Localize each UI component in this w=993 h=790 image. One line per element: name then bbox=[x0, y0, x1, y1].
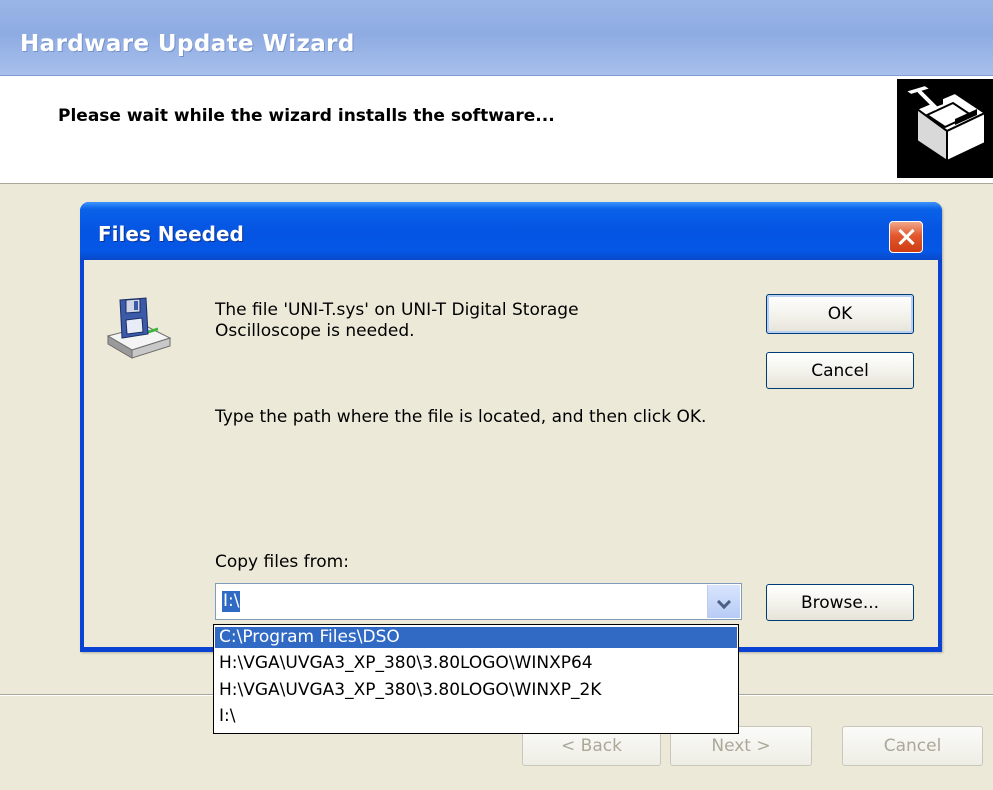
copy-files-from-combobox[interactable]: I:\ bbox=[215, 583, 742, 620]
browse-button[interactable]: Browse... bbox=[766, 584, 914, 621]
floppy-disk-drive-icon bbox=[106, 297, 172, 359]
copy-files-from-value[interactable]: I:\ bbox=[222, 591, 241, 612]
path-instruction: Type the path where the file is located,… bbox=[215, 407, 707, 427]
dropdown-item[interactable]: C:\Program Files\DSO bbox=[215, 627, 737, 648]
wizard-title: Hardware Update Wizard bbox=[20, 31, 355, 57]
dropdown-item[interactable]: I:\ bbox=[215, 706, 737, 727]
dialog-title-bar[interactable]: Files Needed bbox=[80, 202, 942, 260]
wizard-heading: Please wait while the wizard installs th… bbox=[58, 106, 555, 126]
dialog-body: The file 'UNI-T.sys' on UNI-T Digital St… bbox=[84, 260, 938, 647]
path-dropdown-list[interactable]: C:\Program Files\DSO H:\VGA\UVGA3_XP_380… bbox=[213, 624, 739, 734]
hardware-install-icon bbox=[897, 79, 993, 178]
dropdown-item[interactable]: H:\VGA\UVGA3_XP_380\3.80LOGO\WINXP_2K bbox=[215, 680, 737, 701]
close-icon[interactable] bbox=[889, 221, 923, 253]
cancel-button[interactable]: Cancel bbox=[766, 352, 914, 389]
file-needed-message: The file 'UNI-T.sys' on UNI-T Digital St… bbox=[215, 300, 579, 341]
wizard-header: Please wait while the wizard installs th… bbox=[0, 76, 993, 184]
dropdown-item[interactable]: H:\VGA\UVGA3_XP_380\3.80LOGO\WINXP64 bbox=[215, 653, 737, 674]
dialog-title: Files Needed bbox=[98, 222, 244, 246]
files-needed-dialog: Files Needed The file 'UNI-T.sys' on UNI… bbox=[80, 202, 942, 652]
wizard-cancel-button[interactable]: Cancel bbox=[842, 726, 983, 766]
wizard-title-bar[interactable]: Hardware Update Wizard bbox=[0, 0, 993, 76]
chevron-down-icon[interactable] bbox=[707, 585, 740, 618]
ok-button[interactable]: OK bbox=[766, 294, 914, 334]
copy-files-from-label: Copy files from: bbox=[215, 552, 349, 572]
